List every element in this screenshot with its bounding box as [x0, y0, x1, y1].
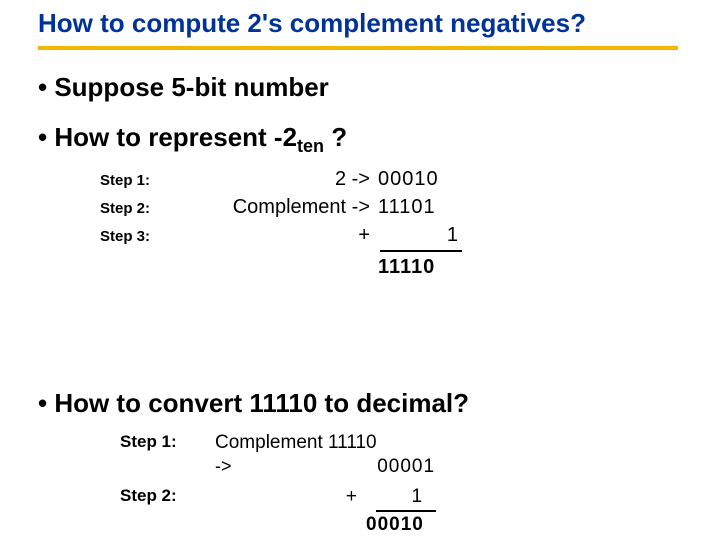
bullet-suppose: • Suppose 5-bit number — [38, 72, 329, 103]
stepb2-val: 1 — [362, 486, 422, 508]
slide: How to compute 2's complement negatives?… — [0, 0, 720, 540]
step2-label: Step 2: — [100, 200, 180, 217]
title-underline — [38, 46, 678, 50]
slide-title: How to compute 2's complement negatives? — [38, 8, 690, 39]
stepb1-label: Step 1: — [120, 432, 210, 452]
sum-line-b — [376, 510, 436, 512]
stepb2-row: Step 2: + 1 — [120, 486, 436, 508]
stepb2-plus: + — [215, 486, 357, 508]
result-a: 11110 — [378, 256, 458, 279]
step1-label: Step 1: — [100, 172, 180, 189]
step2-row: Step 2: Complement -> 11101 — [100, 196, 462, 224]
step1-val: 00010 — [378, 168, 458, 191]
stepb1-spacer — [120, 456, 210, 476]
step2-op: Complement -> — [180, 196, 378, 219]
stepb2-label: Step 2: — [120, 486, 210, 506]
stepb1-text: Complement 11110 — [215, 432, 377, 454]
steps-represent: Step 1: 2 -> 00010 Step 2: Complement ->… — [100, 168, 462, 279]
sum-line-a — [380, 250, 462, 252]
step3-op: + — [180, 224, 378, 247]
bullet-represent-pre: • How to represent -2 — [38, 122, 297, 152]
step3-row: Step 3: + 1 — [100, 224, 462, 252]
bullet-convert: • How to convert 11110 to decimal? — [38, 388, 469, 419]
step1-op: 2 -> — [180, 168, 378, 191]
stepb1-row2: -> 00001 — [120, 456, 436, 478]
step3-label: Step 3: — [100, 228, 180, 245]
step3-val: 1 — [378, 224, 458, 247]
stepb1-val: 00001 — [355, 456, 435, 478]
result-b: 00010 — [366, 514, 436, 536]
bullet-represent: • How to represent -2ten ? — [38, 122, 347, 157]
stepb1-row: Step 1: Complement 11110 — [120, 432, 436, 454]
step1-row: Step 1: 2 -> 00010 — [100, 168, 462, 196]
bullet-represent-post: ? — [324, 122, 347, 152]
steps-convert: Step 1: Complement 11110 -> 00001 Step 2… — [120, 432, 436, 536]
step2-val: 11101 — [378, 196, 458, 219]
stepb1-arrow: -> — [215, 456, 245, 477]
bullet-represent-sub: ten — [297, 136, 324, 156]
